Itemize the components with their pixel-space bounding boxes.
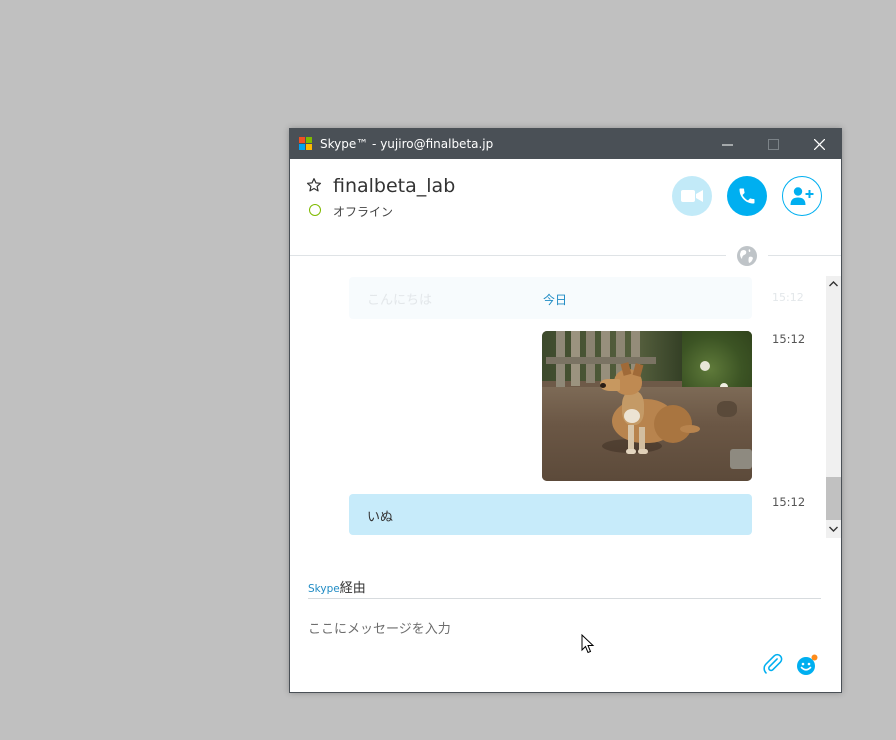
contact-status: オフライン <box>333 205 394 219</box>
skype-chat-window: Skype™ - yujiro@finalbeta.jp finalbeta_l… <box>289 128 842 693</box>
globe-button[interactable] <box>726 244 768 268</box>
audio-call-button[interactable] <box>727 176 767 216</box>
date-separator: 今日 <box>543 293 568 307</box>
send-via-selector[interactable]: Skype経由 <box>308 577 366 596</box>
scroll-thumb[interactable] <box>826 477 841 520</box>
shared-photo-dog[interactable] <box>542 331 752 481</box>
minimize-icon <box>721 144 733 145</box>
previous-message-text: こんにちは <box>367 293 433 308</box>
scroll-down-button[interactable] <box>826 521 841 537</box>
phone-icon <box>739 188 755 204</box>
contact-name[interactable]: finalbeta_lab <box>333 175 455 197</box>
chevron-up-icon <box>829 281 838 287</box>
chat-bubble[interactable]: いぬ <box>349 494 752 535</box>
emoticon-icon <box>797 654 818 675</box>
add-contact-button[interactable] <box>782 176 822 216</box>
via-label: 経由 <box>339 581 366 596</box>
chat-message-time: 15:12 <box>772 495 806 509</box>
photo-message-time: 15:12 <box>772 332 806 346</box>
skype-app-icon <box>299 137 313 151</box>
close-icon <box>813 138 825 150</box>
emoticon-button[interactable] <box>795 653 819 677</box>
video-camera-icon <box>681 190 703 202</box>
mouse-cursor-icon <box>581 634 595 654</box>
add-person-icon <box>790 187 814 205</box>
message-input[interactable] <box>308 617 748 641</box>
chevron-down-icon <box>829 526 838 532</box>
title-bar[interactable]: Skype™ - yujiro@finalbeta.jp <box>290 129 841 159</box>
conversation-scrollbar[interactable] <box>826 276 841 538</box>
conversation-area[interactable]: こんにちは 今日 15:12 15:12 いぬ 15:12 <box>290 277 826 537</box>
via-service-name: Skype <box>308 583 340 595</box>
minimize-button[interactable] <box>704 129 750 159</box>
video-call-button[interactable] <box>672 176 712 216</box>
favorite-star-icon[interactable] <box>306 177 322 193</box>
chat-message-text: いぬ <box>367 510 394 525</box>
paperclip-icon <box>763 653 783 674</box>
maximize-icon <box>767 138 779 150</box>
window-title: Skype™ - yujiro@finalbeta.jp <box>320 137 494 151</box>
attach-file-button[interactable] <box>762 653 784 675</box>
globe-icon <box>737 246 757 266</box>
composer-divider <box>308 598 821 599</box>
previous-message-time: 15:12 <box>772 291 804 304</box>
status-indicator-icon <box>309 204 321 216</box>
maximize-button[interactable] <box>750 129 796 159</box>
close-button[interactable] <box>796 129 841 159</box>
scroll-up-button[interactable] <box>826 276 841 292</box>
